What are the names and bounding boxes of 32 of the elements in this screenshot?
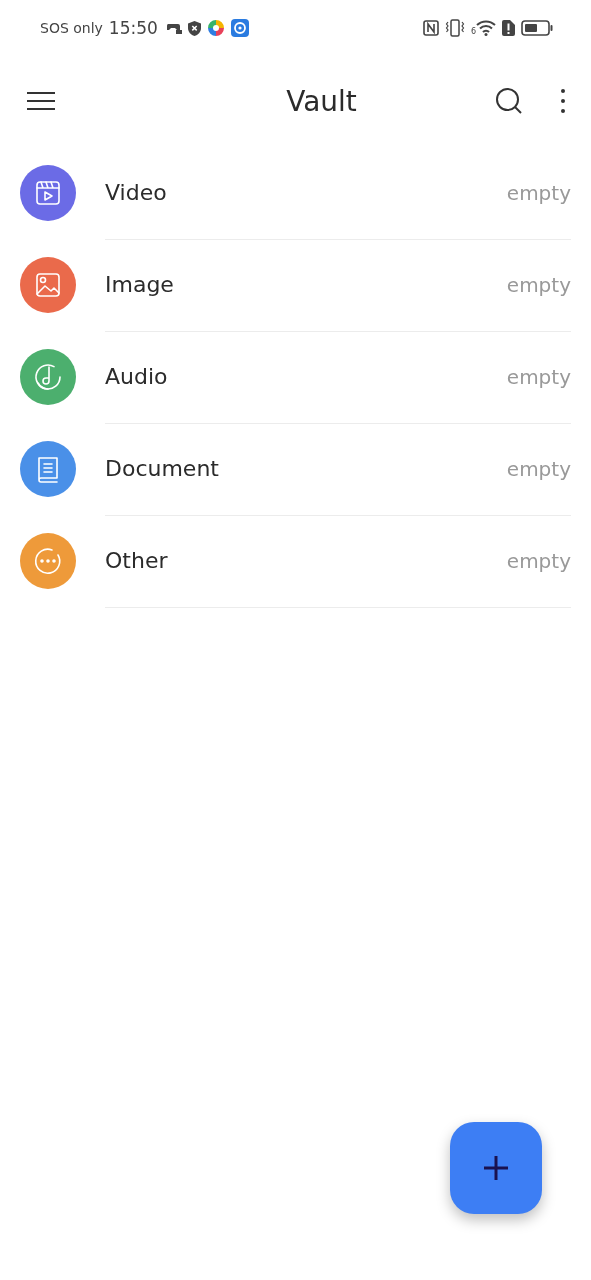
category-status: empty: [506, 180, 571, 205]
nfc-icon: [422, 20, 439, 36]
category-item[interactable]: Video empty: [0, 147, 591, 239]
add-button[interactable]: [450, 1122, 542, 1214]
more-icon: [561, 89, 565, 113]
screen-title: Vault: [285, 84, 358, 118]
category-name: Audio: [105, 364, 168, 389]
category-item[interactable]: Audio empty: [0, 331, 591, 423]
app-icon: [206, 19, 225, 37]
shield-icon: [187, 20, 201, 36]
sim-alert-icon: [502, 20, 515, 36]
vibrate-icon: [444, 19, 465, 37]
category-name: Document: [105, 456, 219, 481]
category-item[interactable]: Other empty: [0, 515, 591, 607]
category-name: Other: [105, 548, 168, 573]
category-item[interactable]: Image empty: [0, 239, 591, 331]
category-status: empty: [506, 272, 571, 297]
category-status: empty: [506, 548, 571, 573]
search-icon: [495, 87, 523, 115]
clock-time: 15:50: [108, 18, 158, 38]
app-icon: [230, 19, 249, 37]
category-name: Image: [105, 272, 174, 297]
category-item[interactable]: Document empty: [0, 423, 591, 515]
category-status: empty: [506, 364, 571, 389]
battery-icon: [521, 20, 553, 36]
category-name: Video: [105, 180, 167, 205]
plus-icon: [483, 1155, 509, 1181]
menu-icon: [26, 91, 56, 111]
wifi-icon: [476, 20, 496, 36]
carrier-text: SOS only: [40, 20, 103, 36]
category-status: empty: [506, 456, 571, 481]
network-type-text: 6: [470, 27, 476, 36]
